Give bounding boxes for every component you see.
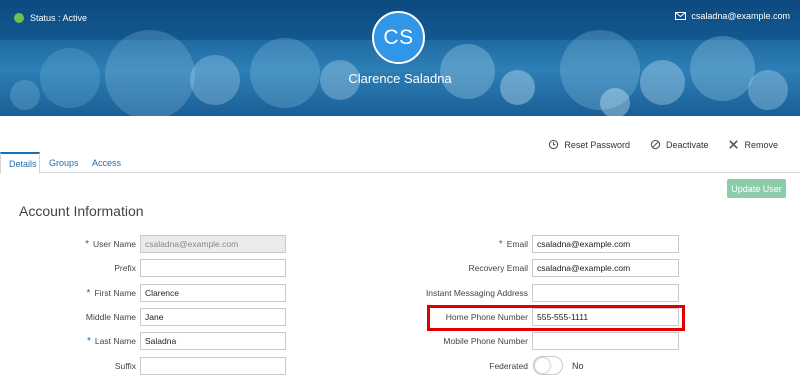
remove-label: Remove	[744, 139, 778, 150]
close-icon	[729, 140, 739, 149]
tab-details[interactable]: Details	[0, 152, 40, 174]
avatar: CS	[372, 11, 425, 64]
form-field-recovery-email: Recovery Email csaladna@example.com	[0, 259, 800, 277]
federated-label: Federated	[489, 361, 528, 371]
form-field-mobile-phone: Mobile Phone Number	[0, 332, 800, 350]
bokeh-decoration	[600, 88, 630, 116]
recovery-email-label: Recovery Email	[468, 263, 528, 273]
status-dot-icon	[14, 13, 24, 23]
banner-email-text: csaladna@example.com	[691, 11, 790, 21]
form-field-federated: Federated	[0, 357, 800, 375]
status-text: Status : Active	[30, 13, 88, 23]
recovery-email-field[interactable]: csaladna@example.com	[532, 259, 679, 277]
deactivate-label: Deactivate	[665, 139, 709, 150]
banner-email: csaladna@example.com	[675, 11, 790, 21]
email-label: Email	[506, 239, 528, 249]
email-field[interactable]: csaladna@example.com	[532, 235, 679, 253]
block-icon	[650, 139, 661, 150]
user-profile-page: Status : Active csaladna@example.com CS …	[0, 0, 800, 392]
remove-button[interactable]: Remove	[728, 139, 778, 150]
action-bar: Reset Password Deactivate Remove	[548, 139, 778, 150]
reset-icon	[549, 139, 559, 150]
tab-groups[interactable]: Groups	[49, 152, 79, 173]
federated-toggle[interactable]	[533, 356, 563, 375]
bokeh-decoration	[690, 36, 755, 101]
update-user-button[interactable]: Update User	[727, 179, 786, 198]
tab-access[interactable]: Access	[92, 152, 121, 173]
field-label: * Email	[499, 239, 528, 250]
mobile-phone-label: Mobile Phone Number	[443, 336, 528, 346]
form-field-im-address: Instant Messaging Address	[0, 284, 800, 302]
im-address-label: Instant Messaging Address	[425, 288, 528, 298]
form-field-email: * Email csaladna@example.com	[0, 235, 800, 253]
user-display-name: Clarence Saladna	[348, 71, 452, 86]
section-title: Account Information	[19, 203, 144, 219]
envelope-icon	[675, 12, 687, 20]
reset-password-label: Reset Password	[564, 139, 630, 150]
highlight-box	[427, 305, 685, 331]
mobile-phone-input[interactable]	[532, 332, 679, 350]
profile-banner: Status : Active csaladna@example.com CS …	[0, 0, 800, 116]
deactivate-button[interactable]: Deactivate	[650, 139, 709, 150]
toggle-knob	[535, 358, 550, 373]
im-address-input[interactable]	[532, 284, 679, 302]
reset-password-button[interactable]: Reset Password	[548, 139, 630, 150]
status-indicator: Status : Active	[14, 13, 87, 23]
required-marker: *	[498, 239, 503, 250]
tab-bar: Details Groups Access	[0, 152, 800, 174]
federated-value: No	[572, 361, 584, 371]
